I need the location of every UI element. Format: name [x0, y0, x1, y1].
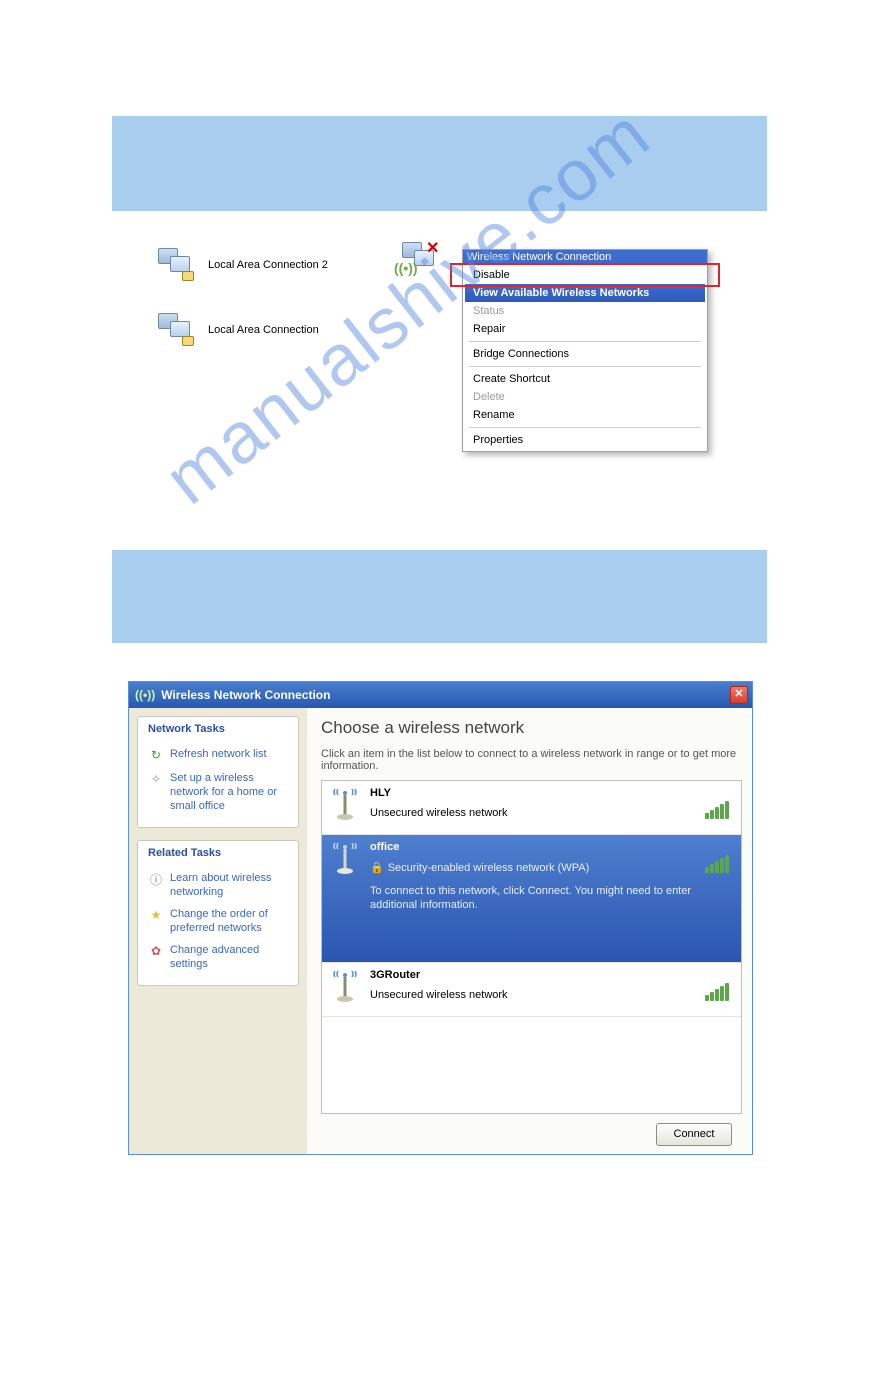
related-tasks-header: Related Tasks: [138, 841, 298, 867]
network-name: HLY: [370, 787, 733, 799]
connection-label: Local Area Connection: [208, 324, 319, 336]
wifi-waves-icon: ((•)): [394, 260, 418, 276]
setup-icon: ✧: [148, 771, 164, 787]
related-tasks-box: Related Tasks ⓘ Learn about wireless net…: [137, 840, 299, 986]
refresh-icon: ↻: [148, 747, 164, 763]
network-tasks-header: Network Tasks: [138, 717, 298, 743]
choose-network-header: Choose a wireless network: [321, 718, 742, 738]
network-connections-panel: Local Area Connection 2 Local Area Conne…: [112, 236, 767, 508]
menu-status: Status: [465, 302, 705, 320]
signal-strength-icon: [705, 855, 729, 873]
network-item-3grouter[interactable]: 3GRouter Unsecured wireless network: [322, 963, 741, 1017]
task-label: Learn about wireless networking: [170, 871, 288, 899]
change-preferred-order[interactable]: ★ Change the order of preferred networks: [138, 903, 298, 939]
network-description: Unsecured wireless network: [370, 807, 733, 819]
menu-separator: [469, 427, 701, 428]
lan-icon: [156, 246, 198, 284]
menu-repair[interactable]: Repair: [465, 320, 705, 338]
signal-strength-icon: [705, 983, 729, 1001]
lan-icon: [156, 311, 198, 349]
network-description: 🔒Security-enabled wireless network (WPA): [370, 861, 733, 874]
dialog-body: Network Tasks ↻ Refresh network list ✧ S…: [129, 708, 752, 1154]
network-description: Unsecured wireless network: [370, 989, 733, 1001]
menu-separator: [469, 366, 701, 367]
antenna-icon: [330, 969, 362, 1008]
wlan-icon: ✕ ((•)): [400, 240, 442, 278]
change-advanced-settings[interactable]: ✿ Change advanced settings: [138, 939, 298, 975]
network-tasks-box: Network Tasks ↻ Refresh network list ✧ S…: [137, 716, 299, 828]
network-list-pane: Choose a wireless network Click an item …: [307, 708, 752, 1154]
lock-icon: 🔒: [370, 862, 384, 874]
network-item-office[interactable]: office 🔒Security-enabled wireless networ…: [322, 835, 741, 963]
menu-separator: [469, 341, 701, 342]
dialog-footer: Connect: [321, 1114, 742, 1154]
wifi-titlebar-icon: ((•)): [135, 688, 155, 702]
learn-wireless-networking[interactable]: ⓘ Learn about wireless networking: [138, 867, 298, 903]
task-label: Change the order of preferred networks: [170, 907, 288, 935]
choose-network-subtext: Click an item in the list below to conne…: [321, 748, 742, 772]
task-pane: Network Tasks ↻ Refresh network list ✧ S…: [129, 708, 307, 1154]
instruction-bar-2: [112, 550, 767, 643]
setup-wireless-network[interactable]: ✧ Set up a wireless network for a home o…: [138, 767, 298, 817]
info-icon: ⓘ: [148, 871, 164, 887]
close-button[interactable]: ✕: [730, 686, 748, 704]
antenna-icon: [330, 787, 362, 826]
signal-strength-icon: [705, 801, 729, 819]
instruction-bar-1: [112, 116, 767, 211]
refresh-network-list[interactable]: ↻ Refresh network list: [138, 743, 298, 767]
available-networks-list: HLY Unsecured wireless network office: [321, 780, 742, 1114]
task-label: Refresh network list: [170, 747, 267, 761]
menu-disable[interactable]: Disable: [465, 266, 705, 284]
network-item-hly[interactable]: HLY Unsecured wireless network: [322, 781, 741, 835]
menu-create-shortcut[interactable]: Create Shortcut: [465, 370, 705, 388]
disconnected-x-icon: ✕: [426, 238, 439, 258]
menu-bridge-connections[interactable]: Bridge Connections: [465, 345, 705, 363]
menu-rename[interactable]: Rename: [465, 406, 705, 424]
connection-wlan[interactable]: ✕ ((•)): [400, 240, 452, 278]
antenna-icon: [330, 841, 362, 954]
connection-lan2[interactable]: Local Area Connection 2: [156, 246, 328, 284]
dialog-title: Wireless Network Connection: [161, 688, 730, 702]
dialog-titlebar[interactable]: ((•)) Wireless Network Connection ✕: [129, 682, 752, 708]
gear-icon: ✿: [148, 943, 164, 959]
menu-delete: Delete: [465, 388, 705, 406]
network-name: office: [370, 841, 733, 853]
connection-lan[interactable]: Local Area Connection: [156, 311, 319, 349]
task-label: Change advanced settings: [170, 943, 288, 971]
connect-button[interactable]: Connect: [656, 1123, 732, 1146]
wireless-network-dialog: ((•)) Wireless Network Connection ✕ Netw…: [128, 681, 753, 1155]
task-label: Set up a wireless network for a home or …: [170, 771, 288, 813]
context-menu-title: Wireless Network Connection: [463, 250, 707, 264]
network-name: 3GRouter: [370, 969, 733, 981]
connection-label: Local Area Connection 2: [208, 259, 328, 271]
wlan-context-menu: Wireless Network Connection Disable View…: [462, 249, 708, 452]
star-icon: ★: [148, 907, 164, 923]
menu-view-available-networks[interactable]: View Available Wireless Networks: [465, 284, 705, 302]
menu-properties[interactable]: Properties: [465, 431, 705, 449]
network-extra-info: To connect to this network, click Connec…: [370, 884, 733, 912]
